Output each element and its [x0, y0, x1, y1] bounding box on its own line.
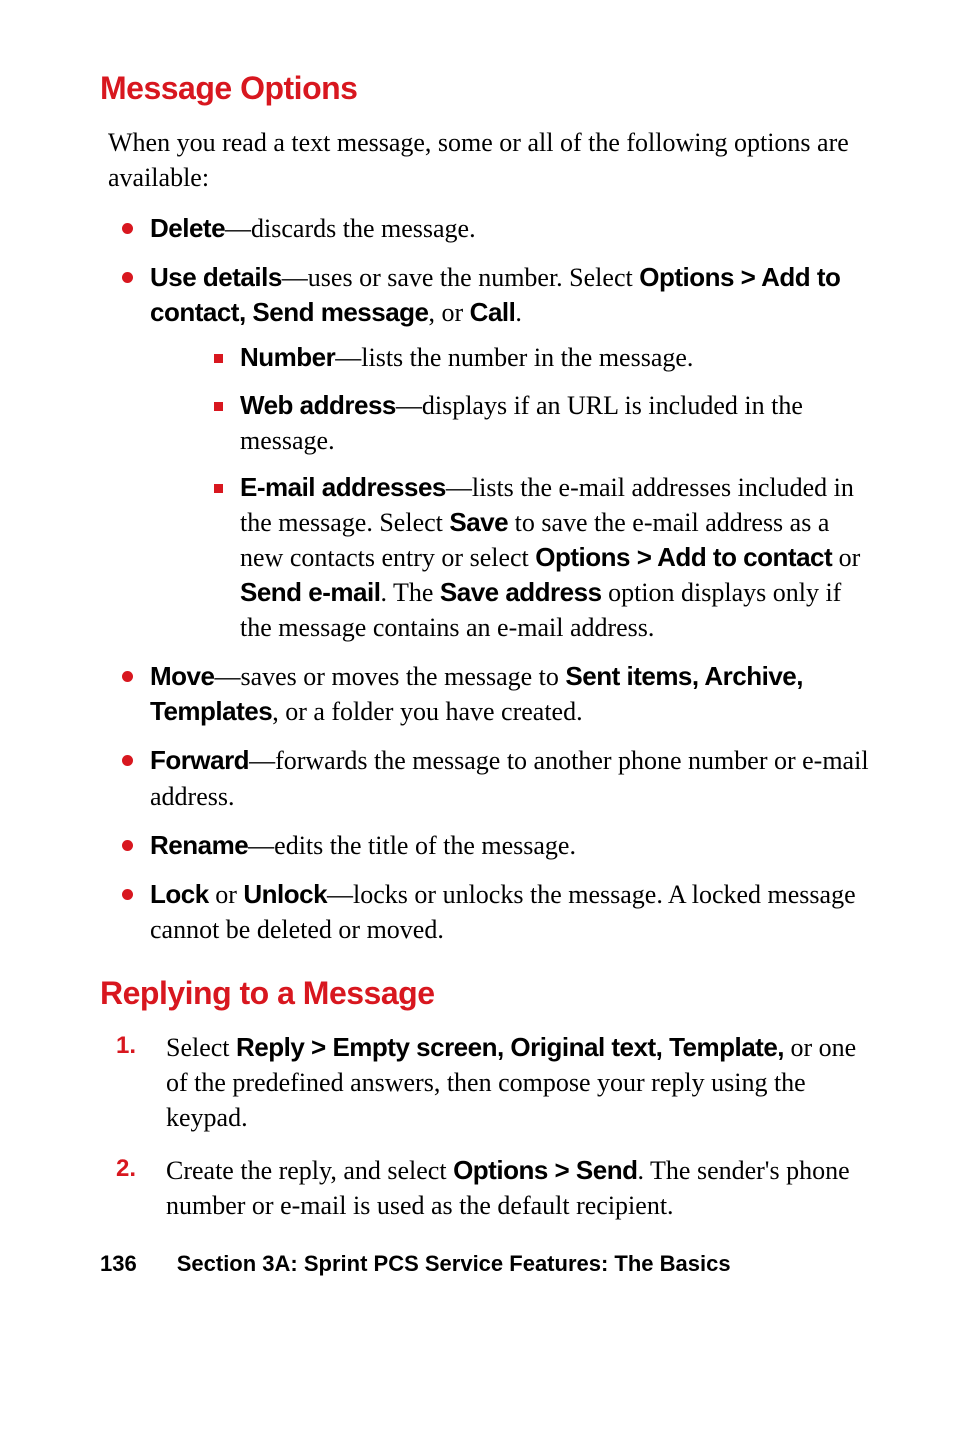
text: or: [832, 543, 860, 572]
text: , or: [429, 298, 470, 327]
term-delete: Delete: [150, 213, 225, 243]
text: —edits the title of the message.: [248, 831, 576, 860]
options-path: Options > Add to contact: [535, 542, 832, 572]
text: —lists the number in the message.: [335, 343, 693, 372]
term-unlock: Unlock: [243, 879, 327, 909]
text: .: [515, 298, 522, 327]
page-number: 136: [100, 1251, 137, 1277]
heading-replying: Replying to a Message: [100, 975, 879, 1012]
list-item: Lock or Unlock—locks or unlocks the mess…: [114, 877, 879, 947]
text: —uses or save the number. Select: [282, 263, 639, 292]
list-item: Use details—uses or save the number. Sel…: [114, 260, 879, 645]
text: —forwards the message to another phone n…: [150, 746, 869, 810]
page-footer: 136 Section 3A: Sprint PCS Service Featu…: [100, 1251, 879, 1277]
save-address-label: Save address: [440, 577, 602, 607]
section-title: Section 3A: Sprint PCS Service Features:…: [177, 1251, 731, 1277]
term-rename: Rename: [150, 830, 248, 860]
step-item: Create the reply, and select Options > S…: [110, 1153, 879, 1223]
text: Create the reply, and select: [166, 1156, 453, 1185]
reply-steps: Select Reply > Empty screen, Original te…: [110, 1030, 879, 1223]
send-email-label: Send e-mail: [240, 577, 380, 607]
term-email-addresses: E-mail addresses: [240, 472, 446, 502]
step-item: Select Reply > Empty screen, Original te…: [110, 1030, 879, 1135]
list-item: Move—saves or moves the message to Sent …: [114, 659, 879, 729]
term-move: Move: [150, 661, 214, 691]
text: , or a folder you have created.: [272, 697, 582, 726]
list-item: E-mail addresses—lists the e-mail addres…: [210, 470, 879, 645]
call-label: Call: [470, 297, 516, 327]
options-send-path: Options > Send: [453, 1155, 637, 1185]
text: or: [209, 880, 244, 909]
reply-path: Reply > Empty screen, Original text, Tem…: [236, 1032, 784, 1062]
list-item: Rename—edits the title of the message.: [114, 828, 879, 863]
list-item: Forward—forwards the message to another …: [114, 743, 879, 813]
desc-delete: —discards the message.: [225, 214, 476, 243]
term-number: Number: [240, 342, 335, 372]
intro-text: When you read a text message, some or al…: [108, 125, 879, 195]
list-item: Delete—discards the message.: [114, 211, 879, 246]
text: . The: [380, 578, 439, 607]
text: —saves or moves the message to: [214, 662, 565, 691]
list-item: Number—lists the number in the message.: [210, 340, 879, 375]
term-forward: Forward: [150, 745, 249, 775]
term-web-address: Web address: [240, 390, 396, 420]
text: Select: [166, 1033, 236, 1062]
sub-list: Number—lists the number in the message. …: [210, 340, 879, 645]
options-list: Delete—discards the message. Use details…: [114, 211, 879, 947]
term-use-details: Use details: [150, 262, 282, 292]
list-item: Web address—displays if an URL is includ…: [210, 388, 879, 458]
term-lock: Lock: [150, 879, 209, 909]
heading-message-options: Message Options: [100, 70, 879, 107]
save-label: Save: [449, 507, 508, 537]
